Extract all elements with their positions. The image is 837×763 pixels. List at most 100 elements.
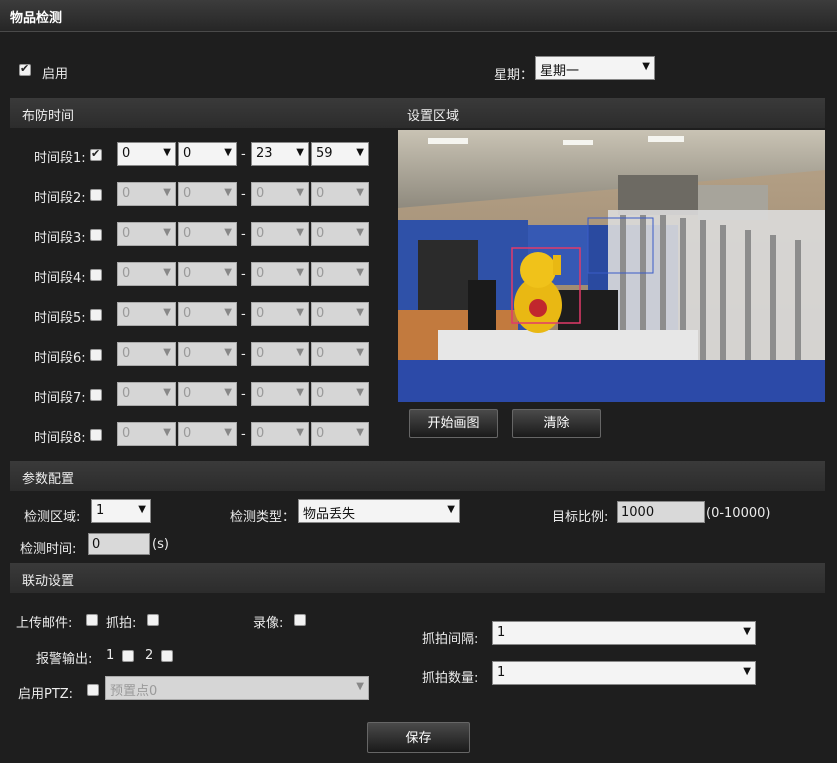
save-button[interactable]: 保存: [367, 722, 470, 753]
linkage-section-header: 联动设置: [10, 563, 825, 593]
slot-m1-value: 0: [183, 426, 192, 441]
chevron-down-icon: ▼: [743, 626, 751, 637]
slot-enable-checkbox[interactable]: [90, 229, 102, 241]
slot-m1-select[interactable]: 0 ▼: [178, 142, 237, 166]
detect-type-value: 物品丢失: [303, 507, 356, 522]
slot-m2-value: 0: [316, 226, 325, 241]
slot-m2-value: 0: [316, 266, 325, 281]
slot-m1-value: 0: [183, 146, 192, 161]
snapshot-checkbox[interactable]: [147, 614, 159, 626]
email-checkbox[interactable]: [86, 614, 98, 626]
slot-enable-checkbox[interactable]: [90, 429, 102, 441]
slot-m2-select[interactable]: 0 ▼: [311, 342, 369, 366]
slot-h1-select[interactable]: 0 ▼: [117, 222, 176, 246]
slot-enable-checkbox[interactable]: [90, 349, 102, 361]
chevron-down-icon: ▼: [224, 187, 232, 198]
ratio-label: 目标比例:: [552, 510, 609, 525]
snap-interval-label: 抓拍间隔:: [422, 632, 479, 647]
chevron-down-icon: ▼: [224, 147, 232, 158]
slot-h2-select[interactable]: 0 ▼: [251, 262, 309, 286]
alarm-output-2-checkbox[interactable]: [161, 650, 173, 662]
title-bar: 物品检测: [0, 0, 837, 32]
slot-m1-value: 0: [183, 186, 192, 201]
snap-count-value: 1: [497, 665, 506, 680]
slot-m1-select[interactable]: 0 ▼: [178, 222, 237, 246]
ptz-preset-select[interactable]: 预置点0 ▼: [105, 676, 369, 700]
detect-time-input[interactable]: 0: [88, 533, 150, 555]
slot-h1-value: 0: [122, 346, 131, 361]
week-select[interactable]: 星期一 ▼: [535, 56, 655, 80]
slot-m2-value: 0: [316, 346, 325, 361]
slot-h2-select[interactable]: 0 ▼: [251, 382, 309, 406]
slot-enable-checkbox[interactable]: [90, 309, 102, 321]
ptz-checkbox[interactable]: [87, 684, 99, 696]
slot-m2-select[interactable]: 0 ▼: [311, 382, 369, 406]
snap-interval-select[interactable]: 1 ▼: [492, 621, 756, 645]
record-checkbox[interactable]: [294, 614, 306, 626]
slot-label: 时间段1:: [34, 151, 86, 166]
slot-h1-value: 0: [122, 186, 131, 201]
slot-enable-checkbox[interactable]: [90, 147, 102, 161]
lucky-cat-object: [514, 252, 562, 333]
slot-h2-select[interactable]: 0 ▼: [251, 342, 309, 366]
video-preview[interactable]: [398, 130, 825, 402]
slot-m1-select[interactable]: 0 ▼: [178, 382, 237, 406]
region-select[interactable]: 1 ▼: [91, 499, 151, 523]
ratio-input[interactable]: 1000: [617, 501, 705, 523]
slot-h1-select[interactable]: 0 ▼: [117, 262, 176, 286]
slot-m1-select[interactable]: 0 ▼: [178, 182, 237, 206]
slot-label: 时间段5:: [34, 311, 86, 326]
chevron-down-icon: ▼: [163, 267, 171, 278]
slot-label: 时间段4:: [34, 271, 86, 286]
slot-m2-select[interactable]: 59 ▼: [311, 142, 369, 166]
slot-h2-select[interactable]: 0 ▼: [251, 182, 309, 206]
slot-h2-select[interactable]: 23 ▼: [251, 142, 309, 166]
slot-enable-checkbox[interactable]: [90, 269, 102, 281]
slot-m1-select[interactable]: 0 ▼: [178, 262, 237, 286]
chevron-down-icon: ▼: [447, 504, 455, 515]
region-select-value: 1: [96, 503, 105, 518]
slot-m2-select[interactable]: 0 ▼: [311, 222, 369, 246]
slot-m2-select[interactable]: 0 ▼: [311, 422, 369, 446]
slot-h1-select[interactable]: 0 ▼: [117, 142, 176, 166]
snap-count-select[interactable]: 1 ▼: [492, 661, 756, 685]
start-drawing-button[interactable]: 开始画图: [409, 409, 498, 438]
slot-m1-select[interactable]: 0 ▼: [178, 302, 237, 326]
slot-h2-select[interactable]: 0 ▼: [251, 302, 309, 326]
slot-h1-select[interactable]: 0 ▼: [117, 342, 176, 366]
chevron-down-icon: ▼: [224, 307, 232, 318]
linkage-header-label: 联动设置: [22, 574, 75, 589]
slot-m2-select[interactable]: 0 ▼: [311, 262, 369, 286]
slot-h1-select[interactable]: 0 ▼: [117, 382, 176, 406]
chevron-down-icon: ▼: [356, 347, 364, 358]
week-label: 星期：: [494, 68, 534, 83]
ptz-label: 启用PTZ:: [18, 687, 74, 702]
slot-range-dash: -: [241, 267, 246, 282]
page-title: 物品检测: [10, 11, 63, 26]
week-select-value: 星期一: [540, 64, 580, 79]
chevron-down-icon: ▼: [224, 347, 232, 358]
slot-m1-select[interactable]: 0 ▼: [178, 342, 237, 366]
slot-h2-value: 0: [256, 186, 265, 201]
slot-h2-select[interactable]: 0 ▼: [251, 222, 309, 246]
slot-m1-select[interactable]: 0 ▼: [178, 422, 237, 446]
slot-range-dash: -: [241, 147, 246, 162]
detect-type-select[interactable]: 物品丢失 ▼: [298, 499, 460, 523]
slot-h1-select[interactable]: 0 ▼: [117, 422, 176, 446]
email-label: 上传邮件:: [16, 616, 73, 631]
alarm-output-1-checkbox[interactable]: [122, 650, 134, 662]
slot-m2-select[interactable]: 0 ▼: [311, 182, 369, 206]
slot-enable-checkbox[interactable]: [90, 389, 102, 401]
slot-h2-value: 0: [256, 386, 265, 401]
slot-h1-select[interactable]: 0 ▼: [117, 182, 176, 206]
slot-h1-select[interactable]: 0 ▼: [117, 302, 176, 326]
chevron-down-icon: ▼: [296, 427, 304, 438]
slot-h2-select[interactable]: 0 ▼: [251, 422, 309, 446]
clear-button[interactable]: 清除: [512, 409, 601, 438]
slot-range-dash: -: [241, 387, 246, 402]
slot-m2-select[interactable]: 0 ▼: [311, 302, 369, 326]
slot-enable-checkbox[interactable]: [90, 189, 102, 201]
enable-checkbox[interactable]: [19, 62, 31, 76]
chevron-down-icon: ▼: [356, 427, 364, 438]
slot-m2-value: 0: [316, 386, 325, 401]
